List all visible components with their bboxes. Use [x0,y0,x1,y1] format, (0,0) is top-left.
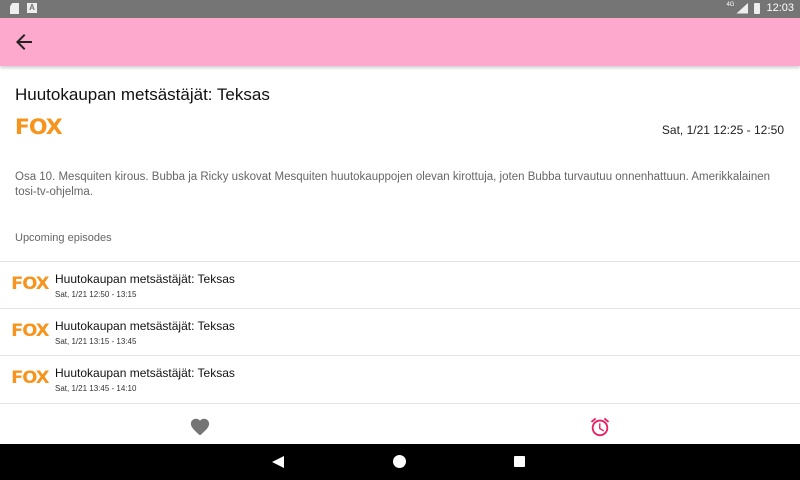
arrow-back-icon [16,34,32,50]
list-item[interactable]: FOX Huutokaupan metsästäjät: Teksas Sat,… [0,261,800,308]
channel-logo: FOX [11,368,49,388]
signal-icon [736,2,749,14]
program-details: Huutokaupan metsästäjät: Teksas FOX Sat,… [0,66,800,403]
channel-logo-text: FOX [14,115,63,139]
a-notification-icon: A [27,3,37,13]
program-title: Huutokaupan metsästäjät: Teksas [15,85,270,104]
channel-logo-text: FOX [11,321,49,341]
alarm-clock-icon [590,417,610,437]
reminder-button[interactable] [589,416,611,438]
episode-time: Sat, 1/21 12:50 - 13:15 [55,290,137,299]
episode-time: Sat, 1/21 13:15 - 13:45 [55,337,137,346]
program-description: Osa 10. Mesquiten kirous. Bubba ja Ricky… [15,171,771,198]
list-item[interactable]: FOX Huutokaupan metsästäjät: Teksas Sat,… [0,355,800,402]
channel-logo-text: FOX [11,368,49,388]
app-bar [0,18,800,66]
channel-logo: FOX [14,115,63,139]
list-item[interactable]: FOX Huutokaupan metsästäjät: Teksas Sat,… [0,308,800,355]
nav-back-icon [272,456,284,468]
upcoming-episodes-list: FOX Huutokaupan metsästäjät: Teksas Sat,… [0,261,800,402]
program-airtime: Sat, 1/21 12:25 - 12:50 [661,123,784,137]
heart-icon [190,418,210,436]
system-nav-bar [0,444,800,480]
status-bar: A 4G 12:03 [0,0,800,18]
favorite-button[interactable] [189,416,211,436]
episode-title: Huutokaupan metsästäjät: Teksas [55,319,235,333]
channel-logo: FOX [11,321,49,341]
episode-title: Huutokaupan metsästäjät: Teksas [55,366,235,380]
back-button[interactable] [12,30,36,54]
nav-home-button[interactable] [393,455,406,468]
upcoming-episodes-header: Upcoming episodes [15,232,112,244]
channel-logo-text: FOX [11,274,49,294]
episode-time: Sat, 1/21 13:45 - 14:10 [55,384,137,393]
status-clock: 12:03 [766,2,794,14]
nav-recents-button[interactable] [514,456,525,467]
network-type-label: 4G [726,2,735,8]
nav-back-button[interactable] [271,455,285,474]
action-bar [0,403,800,444]
channel-logo: FOX [11,274,49,294]
battery-icon [754,2,761,14]
episode-title: Huutokaupan metsästäjät: Teksas [55,272,235,286]
sd-card-icon [10,3,19,14]
